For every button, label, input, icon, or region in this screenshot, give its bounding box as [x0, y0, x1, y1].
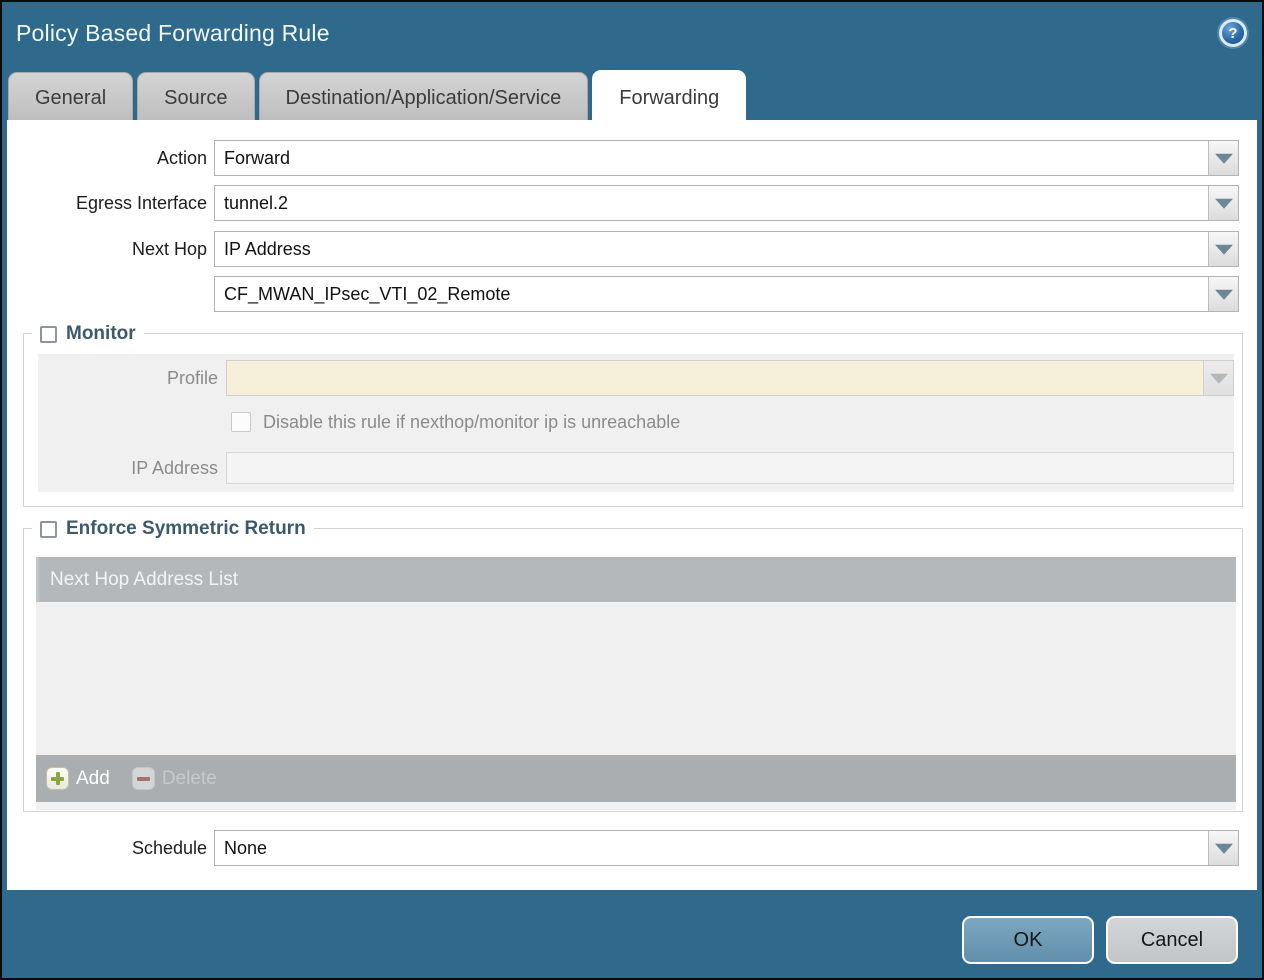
- schedule-label: Schedule: [12, 830, 207, 866]
- profile-dropdown: [226, 360, 1234, 396]
- minus-icon: [132, 767, 155, 790]
- monitor-checkbox[interactable]: [40, 326, 57, 343]
- dialog-title: Policy Based Forwarding Rule: [16, 20, 330, 47]
- chevron-down-icon: [1203, 361, 1233, 395]
- egress-interface-value: tunnel.2: [224, 186, 1204, 220]
- tab-source[interactable]: Source: [137, 72, 254, 122]
- tab-general[interactable]: General: [8, 72, 133, 122]
- disable-rule-checkbox: [231, 412, 251, 432]
- next-hop-type-dropdown[interactable]: IP Address: [214, 231, 1239, 267]
- egress-interface-dropdown[interactable]: tunnel.2: [214, 185, 1239, 221]
- profile-label: Profile: [38, 360, 218, 396]
- table-scroll-strip: [36, 802, 1236, 810]
- egress-interface-label: Egress Interface: [12, 185, 207, 221]
- next-hop-address-value: CF_MWAN_IPsec_VTI_02_Remote: [224, 277, 1204, 311]
- tab-forwarding[interactable]: Forwarding: [592, 70, 746, 122]
- next-hop-label: Next Hop: [12, 231, 207, 267]
- delete-button: Delete: [132, 767, 217, 790]
- symmetric-return-group: Enforce Symmetric Return Next Hop Addres…: [23, 528, 1243, 812]
- action-dropdown[interactable]: Forward: [214, 140, 1239, 176]
- plus-icon: [46, 767, 69, 790]
- symmetric-return-legend: Enforce Symmetric Return: [32, 517, 314, 541]
- monitor-ip-address-input: [226, 452, 1234, 484]
- monitor-group: Monitor Profile Disable this rule if nex…: [23, 333, 1243, 507]
- symmetric-return-checkbox[interactable]: [40, 521, 57, 538]
- chevron-down-icon[interactable]: [1208, 186, 1238, 220]
- next-hop-address-table-toolbar: Add Delete: [36, 755, 1236, 802]
- add-button-label: Add: [76, 768, 110, 790]
- chevron-down-icon[interactable]: [1208, 831, 1238, 865]
- monitor-panel: Profile Disable this rule if nexthop/mon…: [38, 354, 1234, 492]
- monitor-ip-address-label: IP Address: [38, 452, 218, 484]
- schedule-value: None: [224, 831, 1204, 865]
- symmetric-return-legend-label: Enforce Symmetric Return: [66, 518, 306, 540]
- monitor-legend: Monitor: [32, 322, 144, 346]
- tab-bar: General Source Destination/Application/S…: [8, 70, 746, 122]
- dialog-titlebar: Policy Based Forwarding Rule ?: [2, 2, 1262, 64]
- chevron-down-icon[interactable]: [1208, 232, 1238, 266]
- next-hop-address-list-column-header[interactable]: Next Hop Address List: [36, 557, 1236, 602]
- monitor-legend-label: Monitor: [66, 323, 136, 345]
- forwarding-tab-panel: Action Forward Egress Interface tunnel.2…: [7, 120, 1257, 890]
- next-hop-address-table: Next Hop Address List Add Delete: [36, 557, 1236, 810]
- next-hop-address-dropdown[interactable]: CF_MWAN_IPsec_VTI_02_Remote: [214, 276, 1239, 312]
- next-hop-type-value: IP Address: [224, 232, 1204, 266]
- ok-button[interactable]: OK: [962, 916, 1094, 964]
- delete-button-label: Delete: [162, 768, 217, 790]
- chevron-down-icon[interactable]: [1208, 277, 1238, 311]
- tab-destination-application-service[interactable]: Destination/Application/Service: [259, 72, 589, 122]
- cancel-button[interactable]: Cancel: [1106, 916, 1238, 964]
- schedule-dropdown[interactable]: None: [214, 830, 1239, 866]
- action-value: Forward: [224, 141, 1204, 175]
- policy-based-forwarding-dialog: Policy Based Forwarding Rule ? General S…: [0, 0, 1264, 980]
- next-hop-address-table-body[interactable]: [36, 602, 1236, 755]
- disable-rule-label: Disable this rule if nexthop/monitor ip …: [263, 411, 680, 433]
- add-button[interactable]: Add: [46, 767, 110, 790]
- chevron-down-icon[interactable]: [1208, 141, 1238, 175]
- help-icon[interactable]: ?: [1219, 19, 1247, 47]
- action-label: Action: [12, 140, 207, 176]
